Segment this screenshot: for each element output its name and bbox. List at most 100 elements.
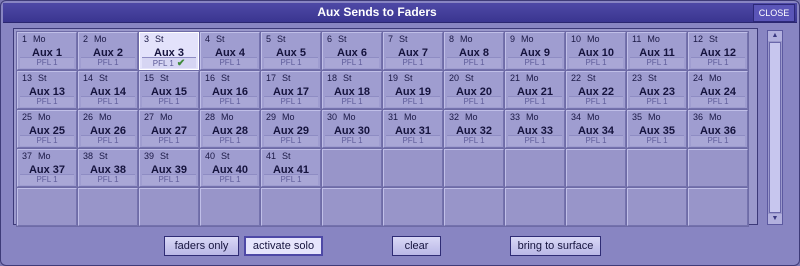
aux-type: St (709, 34, 718, 44)
aux-number-label: 18 St (327, 73, 352, 83)
aux-cell[interactable]: 41 St Aux 41 PFL 1 (261, 149, 321, 187)
aux-cell[interactable]: 16 St Aux 16 PFL 1 (200, 71, 260, 109)
pfl-text: PFL 1 (646, 136, 668, 145)
aux-cell[interactable]: 36 Mo Aux 36 PFL 1 (688, 110, 748, 148)
pfl-text: PFL 1 (524, 136, 546, 145)
aux-cell[interactable]: 25 Mo Aux 25 PFL 1 (17, 110, 77, 148)
aux-number: 40 (205, 151, 216, 161)
aux-type: Mo (709, 73, 722, 83)
pfl-label: PFL 1 (20, 174, 74, 185)
aux-cell[interactable]: 5 St Aux 5 PFL 1 (261, 32, 321, 70)
aux-number-label: 20 St (449, 73, 474, 83)
faders-only-button[interactable]: faders only (164, 236, 239, 256)
scroll-up-arrow-icon[interactable]: ▲ (768, 31, 782, 41)
aux-cell[interactable]: 29 Mo Aux 29 PFL 1 (261, 110, 321, 148)
aux-cell[interactable]: 20 St Aux 20 PFL 1 (444, 71, 504, 109)
vertical-scrollbar[interactable]: ▲ ▼ (767, 30, 783, 225)
empty-cell (261, 188, 321, 226)
aux-cell[interactable]: 4 St Aux 4 PFL 1 (200, 32, 260, 70)
pfl-text: PFL 1 (646, 58, 668, 67)
aux-number: 37 (22, 151, 33, 161)
aux-cell[interactable]: 33 Mo Aux 33 PFL 1 (505, 110, 565, 148)
aux-cell[interactable]: 35 Mo Aux 35 PFL 1 (627, 110, 687, 148)
aux-cell[interactable]: 39 St Aux 39 PFL 1 (139, 149, 199, 187)
pfl-label: PFL 1 (264, 96, 318, 107)
aux-cell[interactable]: 21 Mo Aux 21 PFL 1 (505, 71, 565, 109)
empty-cell (383, 188, 443, 226)
scroll-down-arrow-icon[interactable]: ▼ (768, 214, 782, 224)
pfl-text: PFL 1 (219, 58, 241, 67)
aux-cell[interactable]: 40 St Aux 40 PFL 1 (200, 149, 260, 187)
aux-cell[interactable]: 19 St Aux 19 PFL 1 (383, 71, 443, 109)
aux-cell[interactable]: 38 St Aux 38 PFL 1 (78, 149, 138, 187)
aux-cell[interactable]: 30 Mo Aux 30 PFL 1 (322, 110, 382, 148)
aux-type: Mo (38, 151, 51, 161)
close-button[interactable]: CLOSE (753, 4, 795, 22)
activate-solo-button[interactable]: activate solo (244, 236, 323, 256)
aux-cell[interactable]: 37 Mo Aux 37 PFL 1 (17, 149, 77, 187)
aux-cell[interactable]: 17 St Aux 17 PFL 1 (261, 71, 321, 109)
pfl-label: PFL 1 (81, 174, 135, 185)
pfl-label: PFL 1 (386, 57, 440, 68)
aux-number-label: 36 Mo (693, 112, 722, 122)
pfl-label: PFL 1 (691, 57, 745, 68)
aux-cell[interactable]: 31 Mo Aux 31 PFL 1 (383, 110, 443, 148)
aux-number-label: 3 St (144, 34, 164, 44)
aux-number: 10 (571, 34, 582, 44)
pfl-label: PFL 1 (630, 96, 684, 107)
pfl-text: PFL 1 (36, 175, 58, 184)
aux-number: 15 (144, 73, 155, 83)
aux-number: 25 (22, 112, 33, 122)
pfl-text: PFL 1 (463, 136, 485, 145)
aux-cell[interactable]: 34 Mo Aux 34 PFL 1 (566, 110, 626, 148)
pfl-text: PFL 1 (280, 136, 302, 145)
aux-cell[interactable]: 10 Mo Aux 10 PFL 1 (566, 32, 626, 70)
aux-type: Mo (526, 112, 539, 122)
pfl-label: PFL 1 (508, 57, 562, 68)
aux-number-label: 26 Mo (83, 112, 112, 122)
aux-cell[interactable]: 26 Mo Aux 26 PFL 1 (78, 110, 138, 148)
empty-cell (566, 188, 626, 226)
aux-cell[interactable]: 32 Mo Aux 32 PFL 1 (444, 110, 504, 148)
aux-cell[interactable]: 14 St Aux 14 PFL 1 (78, 71, 138, 109)
clear-button[interactable]: clear (392, 236, 441, 256)
aux-number: 8 (449, 34, 455, 44)
pfl-text: PFL 1 (158, 175, 180, 184)
empty-cell (627, 188, 687, 226)
aux-cell[interactable]: 23 St Aux 23 PFL 1 (627, 71, 687, 109)
aux-cell[interactable]: 9 Mo Aux 9 PFL 1 (505, 32, 565, 70)
aux-cell[interactable]: 13 St Aux 13 PFL 1 (17, 71, 77, 109)
aux-number-label: 32 Mo (449, 112, 478, 122)
aux-cell[interactable]: 7 St Aux 7 PFL 1 (383, 32, 443, 70)
aux-cell[interactable]: 1 Mo Aux 1 PFL 1 (17, 32, 77, 70)
aux-cell[interactable]: 24 Mo Aux 24 PFL 1 (688, 71, 748, 109)
aux-cell[interactable]: 12 St Aux 12 PFL 1 (688, 32, 748, 70)
aux-cell[interactable]: 3 St Aux 3 PFL 1 ✔ (139, 32, 199, 70)
aux-type: St (282, 73, 291, 83)
scrollbar-thumb[interactable] (769, 42, 781, 213)
aux-cell[interactable]: 18 St Aux 18 PFL 1 (322, 71, 382, 109)
aux-cell[interactable]: 6 St Aux 6 PFL 1 (322, 32, 382, 70)
pfl-label: PFL 1 (447, 57, 501, 68)
pfl-text: PFL 1 (158, 136, 180, 145)
aux-cell[interactable]: 15 St Aux 15 PFL 1 (139, 71, 199, 109)
aux-number: 11 (632, 34, 642, 44)
pfl-label: PFL 1 (325, 96, 379, 107)
aux-cell[interactable]: 8 Mo Aux 8 PFL 1 (444, 32, 504, 70)
aux-cell[interactable]: 11 Mo Aux 11 PFL 1 (627, 32, 687, 70)
aux-cell[interactable]: 22 St Aux 22 PFL 1 (566, 71, 626, 109)
aux-number: 30 (327, 112, 338, 122)
aux-number-label: 9 Mo (510, 34, 534, 44)
bring-to-surface-button[interactable]: bring to surface (510, 236, 601, 256)
aux-number-label: 13 St (22, 73, 47, 83)
aux-cell[interactable]: 28 Mo Aux 28 PFL 1 (200, 110, 260, 148)
aux-number-label: 6 St (327, 34, 347, 44)
aux-cell[interactable]: 27 Mo Aux 27 PFL 1 (139, 110, 199, 148)
aux-number: 31 (388, 112, 399, 122)
aux-type: St (277, 34, 286, 44)
aux-number-label: 15 St (144, 73, 169, 83)
aux-number: 16 (205, 73, 216, 83)
aux-cell[interactable]: 2 Mo Aux 2 PFL 1 (78, 32, 138, 70)
aux-number-label: 25 Mo (22, 112, 51, 122)
pfl-text: PFL 1 (36, 97, 58, 106)
